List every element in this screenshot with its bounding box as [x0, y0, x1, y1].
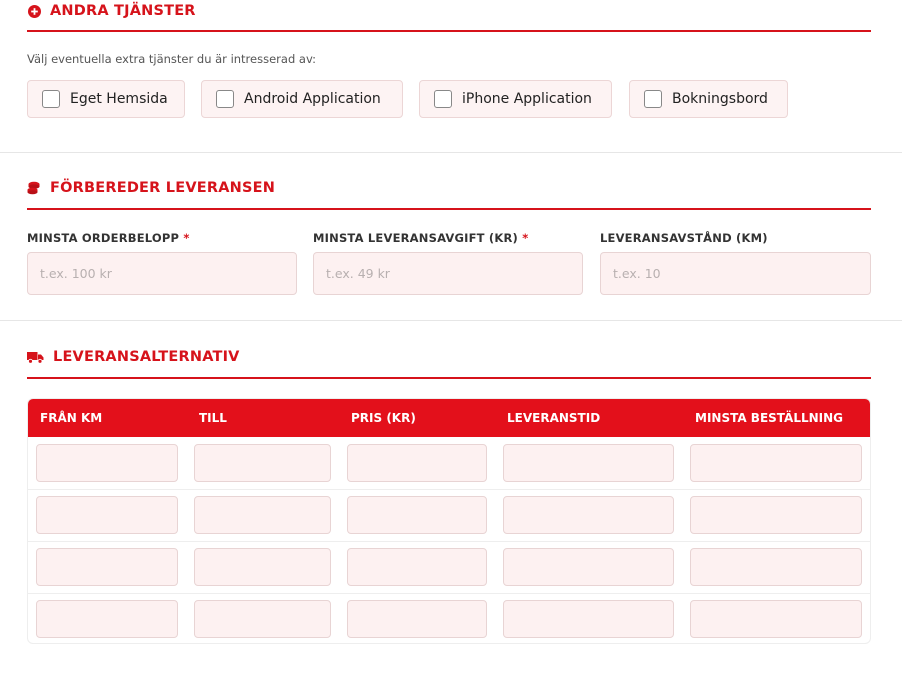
row-divider [28, 593, 870, 594]
required-mark: * [522, 231, 529, 245]
distance-label: LEVERANSAVSTÅND (KM) [600, 231, 768, 245]
table-cell-input[interactable] [503, 444, 674, 482]
row-divider [28, 541, 870, 542]
col-to: TILL [199, 411, 227, 425]
distance-input[interactable] [600, 252, 871, 295]
col-price: PRIS (KR) [351, 411, 416, 425]
option-eget-hemsida[interactable]: Eget Hemsida [27, 80, 185, 118]
option-iphone-application[interactable]: iPhone Application [419, 80, 612, 118]
prep-title: FÖRBEREDER LEVERANSEN [50, 180, 276, 196]
col-from-km: FRÅN KM [40, 411, 103, 425]
table-cell-input[interactable] [36, 548, 178, 586]
coins-icon [27, 181, 41, 195]
option-bokningsbord[interactable]: Bokningsbord [629, 80, 788, 118]
field-label-text: MINSTA ORDERBELOPP [27, 231, 180, 245]
prep-header: FÖRBEREDER LEVERANSEN [27, 180, 275, 196]
checkbox[interactable] [42, 90, 60, 108]
table-cell-input[interactable] [347, 548, 487, 586]
delivery-options-table: FRÅN KM TILL PRIS (KR) LEVERANSTID MINST… [27, 398, 871, 644]
table-cell-input[interactable] [36, 444, 178, 482]
extras-title: ANDRA TJÄNSTER [50, 3, 196, 19]
table-cell-input[interactable] [690, 444, 862, 482]
table-cell-input[interactable] [347, 444, 487, 482]
table-cell-input[interactable] [194, 444, 331, 482]
required-mark: * [183, 231, 190, 245]
row-divider [28, 489, 870, 490]
option-android-application[interactable]: Android Application [201, 80, 403, 118]
table-cell-input[interactable] [347, 600, 487, 638]
extras-hint: Välj eventuella extra tjänster du är int… [27, 52, 316, 66]
section-divider [0, 152, 902, 153]
table-cell-input[interactable] [194, 496, 331, 534]
checkbox[interactable] [434, 90, 452, 108]
prep-rule [27, 208, 871, 210]
table-cell-input[interactable] [503, 548, 674, 586]
options-header: LEVERANSALTERNATIV [27, 349, 240, 365]
min-fee-input[interactable] [313, 252, 583, 295]
table-cell-input[interactable] [194, 600, 331, 638]
table-cell-input[interactable] [690, 496, 862, 534]
extras-header: ANDRA TJÄNSTER [27, 3, 196, 19]
table-cell-input[interactable] [690, 600, 862, 638]
min-fee-label: MINSTA LEVERANSAVGIFT (KR) * [313, 231, 528, 245]
option-label: iPhone Application [462, 91, 592, 107]
options-rule [27, 377, 871, 379]
table-cell-input[interactable] [194, 548, 331, 586]
checkbox[interactable] [644, 90, 662, 108]
field-label-text: LEVERANSAVSTÅND (KM) [600, 231, 768, 245]
truck-icon [27, 350, 44, 364]
section-divider [0, 320, 902, 321]
min-order-label: MINSTA ORDERBELOPP * [27, 231, 190, 245]
table-cell-input[interactable] [36, 496, 178, 534]
plus-circle-icon [27, 4, 41, 18]
field-label-text: MINSTA LEVERANSAVGIFT (KR) [313, 231, 519, 245]
table-cell-input[interactable] [347, 496, 487, 534]
min-order-input[interactable] [27, 252, 297, 295]
extras-rule [27, 30, 871, 32]
option-label: Eget Hemsida [70, 91, 168, 107]
options-title: LEVERANSALTERNATIV [53, 349, 240, 365]
table-cell-input[interactable] [503, 600, 674, 638]
table-cell-input[interactable] [690, 548, 862, 586]
option-label: Android Application [244, 91, 381, 107]
option-label: Bokningsbord [672, 91, 768, 107]
table-cell-input[interactable] [36, 600, 178, 638]
col-delivery-time: LEVERANSTID [507, 411, 601, 425]
table-cell-input[interactable] [503, 496, 674, 534]
checkbox[interactable] [216, 90, 234, 108]
col-min-order: MINSTA BESTÄLLNING [695, 411, 844, 425]
table-header: FRÅN KM TILL PRIS (KR) LEVERANSTID MINST… [28, 399, 870, 437]
